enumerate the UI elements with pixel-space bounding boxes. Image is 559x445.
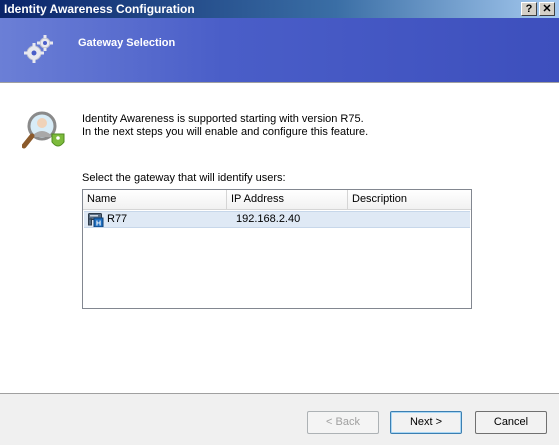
cancel-button[interactable]: Cancel	[475, 411, 547, 434]
wizard-content: Identity Awareness is supported starting…	[0, 83, 559, 393]
banner-heading: Gateway Selection	[78, 37, 176, 49]
intro-line-1: Identity Awareness is supported starting…	[82, 113, 364, 125]
gateway-name-cell: R77	[107, 213, 128, 225]
gateway-table[interactable]: Name IP Address Description H R77 192.16…	[82, 189, 472, 309]
intro-text: Identity Awareness is supported starting…	[82, 113, 368, 139]
identity-magnifier-icon	[22, 111, 65, 149]
gears-icon	[24, 35, 53, 63]
wizard-footer: < Back Next > Cancel	[0, 393, 559, 445]
back-button[interactable]: < Back	[307, 411, 379, 434]
svg-text:H: H	[96, 221, 101, 228]
table-row[interactable]: H R77 192.168.2.40	[84, 211, 470, 228]
next-button[interactable]: Next >	[390, 411, 462, 434]
column-header-ip-address[interactable]: IP Address	[227, 190, 348, 209]
title-bar: Identity Awareness Configuration ? ✕	[0, 0, 559, 18]
close-button[interactable]: ✕	[539, 2, 555, 16]
wizard-banner: Gateway Selection	[0, 18, 559, 83]
window-title: Identity Awareness Configuration	[4, 2, 195, 16]
gateway-select-label: Select the gateway that will identify us…	[82, 172, 286, 184]
table-header: Name IP Address Description	[83, 190, 471, 210]
column-header-description[interactable]: Description	[348, 190, 471, 209]
gateway-ip-cell: 192.168.2.40	[236, 213, 301, 225]
column-header-name[interactable]: Name	[83, 190, 227, 209]
intro-line-2: In the next steps you will enable and co…	[82, 126, 369, 138]
gateway-icon: H	[88, 213, 104, 228]
help-button[interactable]: ?	[521, 2, 537, 16]
